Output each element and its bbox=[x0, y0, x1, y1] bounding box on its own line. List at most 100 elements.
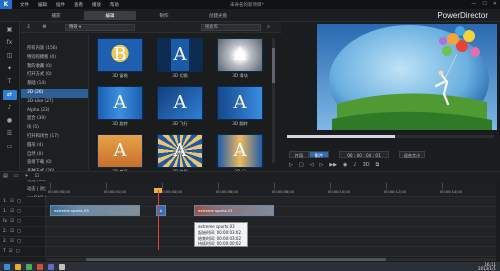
menu-view[interactable]: 查看 bbox=[74, 2, 83, 8]
volume-icon[interactable]: ♪ bbox=[353, 162, 356, 170]
track-header[interactable]: T ☑ ▢ bbox=[0, 247, 45, 257]
stop-icon[interactable]: □ bbox=[299, 162, 304, 170]
category-item[interactable]: 我的收藏 (0) bbox=[21, 63, 88, 72]
add-track-icon[interactable]: + bbox=[24, 173, 28, 179]
fast-forward-icon[interactable]: ▶▶ bbox=[329, 162, 337, 170]
close-icon[interactable]: ✕ bbox=[493, 1, 497, 7]
effect-tile[interactable]: A 3D 切换 bbox=[154, 38, 206, 78]
menu-play[interactable]: 播放 bbox=[92, 2, 101, 8]
timeline-scrollbar[interactable] bbox=[46, 258, 496, 261]
library-filter-dropdown[interactable]: 特效 ▾ bbox=[65, 24, 135, 31]
track-header[interactable]: 1. ☑ ▢ bbox=[0, 197, 45, 207]
next-frame-icon[interactable]: ▷ bbox=[319, 162, 323, 170]
category-item[interactable]: 混合 (39) bbox=[21, 115, 88, 124]
title-room-icon[interactable]: T bbox=[3, 77, 17, 87]
app-icon[interactable] bbox=[26, 263, 32, 270]
video-clip-2[interactable]: extreme sports 01 bbox=[194, 205, 274, 216]
effect-room-icon[interactable]: fx bbox=[3, 38, 17, 48]
track-lock-icon[interactable]: ▢ bbox=[17, 209, 21, 214]
scroll-thumb[interactable] bbox=[272, 48, 275, 83]
minimize-icon[interactable]: — bbox=[471, 1, 476, 7]
track-enable-icon[interactable]: ☑ bbox=[9, 249, 13, 254]
snapshot-icon[interactable]: ◉ bbox=[343, 162, 347, 170]
tab-produce[interactable]: 制作 bbox=[138, 11, 190, 20]
category-item[interactable]: 所有内容 (156) bbox=[21, 45, 88, 54]
search-icon[interactable]: ⌕ bbox=[265, 24, 272, 31]
tab-create-disc[interactable]: 创建光盘 bbox=[192, 11, 244, 20]
play-icon[interactable]: ▷ bbox=[289, 162, 293, 170]
tab-capture[interactable]: 捕获 bbox=[30, 11, 82, 20]
track-lock-icon[interactable]: ▢ bbox=[17, 229, 21, 234]
import-icon[interactable]: ⇩ bbox=[25, 24, 32, 31]
category-item[interactable]: 基础 (14) bbox=[21, 80, 88, 89]
library-scrollbar[interactable] bbox=[272, 38, 275, 163]
timecode-display[interactable]: 00 : 00 : 04 : 01 bbox=[339, 151, 389, 158]
maximize-icon[interactable]: ☐ bbox=[482, 1, 486, 7]
category-item[interactable]: 块 (5) bbox=[21, 124, 88, 133]
3d-mode-icon[interactable]: 3D bbox=[363, 162, 370, 170]
category-item[interactable]: 打开和闭合 (17) bbox=[21, 133, 88, 142]
transition-room-icon[interactable]: ⇄ bbox=[2, 90, 17, 100]
track-lock-icon[interactable]: ▢ bbox=[17, 239, 21, 244]
category-item[interactable]: Alpha (23) bbox=[21, 107, 88, 116]
category-item[interactable]: 特别的模板 (0) bbox=[21, 54, 88, 63]
particle-room-icon[interactable]: ✦ bbox=[3, 64, 17, 74]
app-icon[interactable] bbox=[37, 263, 43, 270]
effect-tile[interactable]: B 3D 窗格 bbox=[94, 38, 146, 78]
previous-frame-icon[interactable]: ◁ bbox=[310, 162, 314, 170]
timeline-ruler[interactable]: 00;00;00;00 00;00;01;00 00;00;04;00 00;00;0… bbox=[46, 180, 496, 197]
effect-tile[interactable]: A3D 门 bbox=[214, 134, 266, 174]
chapter-room-icon[interactable]: ☰ bbox=[3, 129, 17, 139]
track-lock-icon[interactable]: ▢ bbox=[17, 219, 21, 224]
audio-mixing-icon[interactable]: ♪ bbox=[3, 103, 17, 113]
preview-progress[interactable] bbox=[287, 135, 494, 138]
plugin-icon[interactable]: ⚙ bbox=[41, 24, 48, 31]
effect-tile[interactable]: A 3D 滑块 bbox=[214, 38, 266, 78]
category-item[interactable]: 直接下载 (0) bbox=[21, 159, 88, 168]
category-item[interactable]: 圆形 (4) bbox=[21, 142, 88, 151]
clip-mode-button[interactable]: 片段 bbox=[289, 151, 309, 158]
category-item[interactable]: 打开方式 (0) bbox=[21, 71, 88, 80]
explorer-icon[interactable] bbox=[15, 263, 21, 270]
track-enable-icon[interactable]: ☑ bbox=[10, 199, 14, 204]
subtitle-room-icon[interactable]: ▭ bbox=[3, 142, 17, 152]
menu-edit[interactable]: 编辑 bbox=[38, 2, 47, 8]
effect-tile[interactable]: A 3D 旋转 bbox=[94, 86, 146, 126]
movie-mode-button[interactable]: 影片 bbox=[309, 151, 329, 158]
view-size-dropdown[interactable]: 适合大小 bbox=[399, 151, 425, 158]
track-header[interactable]: 2. ☑ ▢ bbox=[0, 227, 45, 237]
tab-edit[interactable]: 编辑 bbox=[84, 11, 136, 20]
undock-icon[interactable]: ⧉ bbox=[376, 162, 380, 170]
effect-tile[interactable]: A 3D 翻转 bbox=[214, 86, 266, 126]
track-header[interactable]: 1. ☑ ▢ bbox=[0, 207, 45, 217]
track-header[interactable]: 2. ☑ ▢ bbox=[0, 237, 45, 247]
menu-plugins[interactable]: 插件 bbox=[56, 2, 65, 8]
track-lock-icon[interactable]: ▢ bbox=[15, 249, 19, 254]
category-item[interactable]: 3D-Like (27) bbox=[21, 98, 88, 107]
app-icon[interactable] bbox=[59, 263, 65, 270]
track-header[interactable]: fx ☑ ▢ bbox=[0, 217, 45, 227]
media-room-icon[interactable]: ▣ bbox=[3, 25, 17, 35]
effect-tile[interactable]: A3D 扇形 bbox=[94, 134, 146, 174]
app-icon[interactable] bbox=[48, 263, 54, 270]
track-enable-icon[interactable]: ☑ bbox=[10, 239, 14, 244]
track-enable-icon[interactable]: ☑ bbox=[10, 229, 14, 234]
timeline-scroll-thumb[interactable] bbox=[86, 258, 386, 261]
library-search-input[interactable]: 搜索库 bbox=[201, 24, 261, 31]
category-item[interactable]: 自然 (0) bbox=[21, 151, 88, 160]
track-enable-icon[interactable]: ☑ bbox=[10, 209, 14, 214]
menu-help[interactable]: 帮助 bbox=[110, 2, 119, 8]
effect-tile[interactable]: A 3D 飞行 bbox=[154, 86, 206, 126]
voice-over-icon[interactable]: ● bbox=[3, 116, 17, 126]
snapshot-timeline-icon[interactable]: ⊡ bbox=[35, 173, 39, 179]
start-icon[interactable] bbox=[4, 263, 10, 270]
track-enable-icon[interactable]: ☑ bbox=[10, 219, 14, 224]
effect-tile[interactable]: A3D 放射 bbox=[154, 134, 206, 174]
pip-room-icon[interactable]: ◫ bbox=[3, 51, 17, 61]
storyboard-icon[interactable]: ▤ bbox=[3, 173, 8, 179]
timeline-view-icon[interactable]: ▭ bbox=[14, 173, 19, 179]
video-clip-1[interactable]: extreme sports 03 bbox=[50, 205, 140, 216]
category-item[interactable]: 3D (26) bbox=[21, 88, 88, 98]
menu-file[interactable]: 文件 bbox=[20, 2, 29, 8]
track-lock-icon[interactable]: ▢ bbox=[17, 199, 21, 204]
